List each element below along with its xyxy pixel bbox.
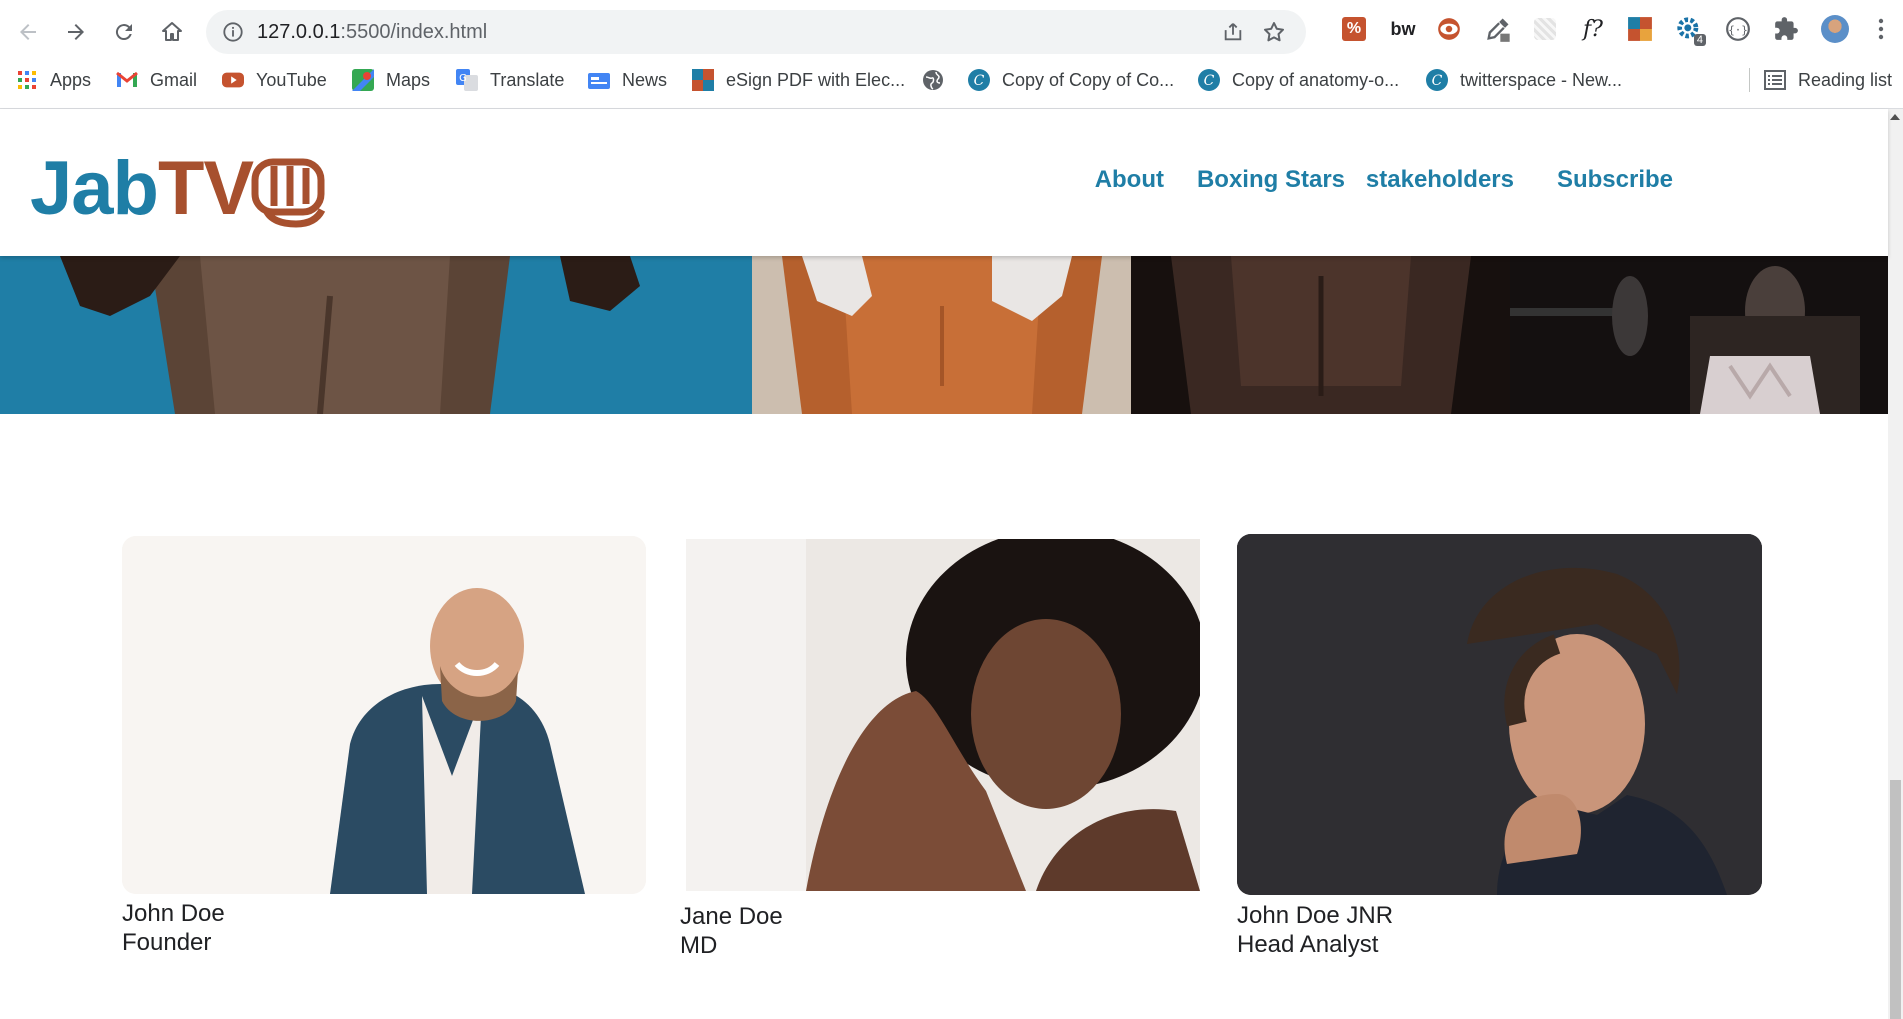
scroll-up-arrow-icon[interactable] — [1890, 114, 1900, 120]
bookmark-label: Gmail — [150, 69, 198, 90]
bookmark-label: Translate — [490, 69, 565, 90]
site-logo[interactable]: JabTV — [30, 146, 254, 231]
bookmark-label: Apps — [50, 69, 92, 90]
logo-jab-text: Jab — [30, 146, 159, 231]
gmail-icon — [116, 69, 138, 91]
nav-subscribe[interactable]: Subscribe — [1557, 166, 1673, 194]
news-icon — [588, 69, 610, 91]
bookmark-apps[interactable]: Apps — [16, 66, 91, 94]
extension-color-icon[interactable] — [1625, 14, 1655, 44]
home-button[interactable] — [152, 12, 192, 52]
reload-icon — [115, 24, 132, 41]
bookmark-globe[interactable] — [922, 66, 956, 94]
browser-toolbar: 127.0.0.1:5500/index.html % bw f? 4 {·} … — [0, 0, 1903, 109]
extension-eyedropper-icon[interactable] — [1483, 14, 1513, 44]
team-card: John Doe JNR Head Analyst — [1237, 534, 1762, 959]
scrollbar-thumb[interactable] — [1890, 780, 1901, 1019]
canva-icon: C — [1426, 69, 1448, 91]
url-text[interactable]: 127.0.0.1:5500/index.html — [257, 21, 487, 44]
svg-text:G: G — [459, 73, 467, 84]
extension-gear-icon[interactable]: 4 — [1674, 14, 1706, 46]
chrome-menu-icon[interactable] — [1866, 14, 1896, 44]
share-icon[interactable] — [1222, 21, 1244, 43]
hero-banner — [0, 256, 1888, 414]
bookmark-gmail[interactable]: Gmail — [116, 66, 197, 94]
bookmark-esign[interactable]: eSign PDF with Elec... — [692, 66, 905, 94]
reading-list-icon — [1764, 69, 1786, 91]
team-member-name: John Doe — [122, 900, 225, 927]
bookmark-label: YouTube — [256, 69, 327, 90]
bookmarks-divider — [1749, 68, 1750, 92]
forward-button[interactable] — [56, 12, 96, 52]
hero-image-4 — [1510, 256, 1888, 414]
bookmark-canva-1[interactable]: C Copy of Copy of Co... — [968, 66, 1174, 94]
hero-image-2 — [752, 256, 1131, 414]
bookmark-label: twitterspace - New... — [1460, 69, 1623, 90]
site-info-icon[interactable] — [222, 21, 244, 43]
reload-button[interactable] — [104, 12, 144, 52]
team-card: Jane Doe MD — [680, 539, 1200, 959]
url-path: :5500/index.html — [340, 21, 488, 43]
bookmark-canva-3[interactable]: C twitterspace - New... — [1426, 66, 1622, 94]
svg-text:C: C — [1204, 73, 1215, 89]
url-host: 127.0.0.1 — [257, 21, 341, 43]
bookmark-canva-2[interactable]: C Copy of anatomy-o... — [1198, 66, 1399, 94]
hero-image-1 — [0, 256, 752, 414]
team-member-name: Jane Doe — [680, 903, 783, 930]
bookmark-star-icon[interactable] — [1262, 20, 1286, 44]
team-photo-john-doe — [122, 536, 646, 894]
nav-about[interactable]: About — [1095, 166, 1164, 194]
svg-text:C: C — [974, 73, 985, 89]
team-member-role: MD — [680, 932, 718, 959]
team-member-role: Founder — [122, 929, 212, 956]
back-button[interactable] — [8, 12, 48, 52]
bookmark-label: Copy of anatomy-o... — [1232, 69, 1400, 90]
back-arrow-icon — [20, 24, 36, 40]
team-member-role: Head Analyst — [1237, 931, 1379, 958]
bookmark-label: News — [622, 69, 668, 90]
reading-list-label: Reading list — [1798, 69, 1893, 90]
profile-avatar-icon[interactable] — [1820, 14, 1850, 44]
nav-stakeholders[interactable]: stakeholders — [1366, 166, 1514, 194]
bookmark-label: Copy of Copy of Co... — [1002, 69, 1175, 90]
canva-icon: C — [968, 69, 990, 91]
team-member-name: John Doe JNR — [1237, 902, 1394, 929]
bookmark-news[interactable]: News — [588, 66, 667, 94]
boxing-glove-icon — [251, 158, 326, 228]
extension-code-icon[interactable]: {·} — [1723, 14, 1753, 44]
bookmark-translate[interactable]: G Translate — [456, 66, 564, 94]
svg-text:C: C — [1432, 73, 1443, 89]
hero-image-3 — [1131, 256, 1510, 414]
canva-icon: C — [1198, 69, 1220, 91]
home-icon — [162, 22, 182, 41]
bookmark-label: eSign PDF with Elec... — [726, 69, 906, 90]
translate-icon: G — [456, 69, 478, 91]
youtube-icon — [222, 69, 244, 91]
extension-badge: 4 — [1693, 34, 1706, 46]
logo-tv-text: TV — [157, 146, 254, 231]
site-header: JabTV About Boxing Stars stakeholders Su… — [0, 109, 1888, 256]
bookmark-maps[interactable]: Maps — [352, 66, 430, 94]
reading-list-button[interactable]: Reading list — [1764, 66, 1892, 94]
esign-icon — [692, 69, 714, 91]
address-bar[interactable]: 127.0.0.1:5500/index.html — [206, 10, 1306, 54]
team-photo-john-doe-jnr — [1237, 534, 1762, 895]
globe-icon — [922, 69, 944, 91]
team-card: John Doe Founder — [122, 536, 646, 956]
forward-arrow-icon — [68, 24, 84, 40]
apps-grid-icon — [16, 69, 38, 91]
extension-font-icon[interactable]: f? — [1578, 14, 1608, 44]
extension-percent-icon[interactable]: % — [1339, 14, 1369, 44]
nav-boxing-stars[interactable]: Boxing Stars — [1197, 166, 1345, 194]
extension-eye-icon[interactable] — [1434, 14, 1464, 44]
extensions-puzzle-icon[interactable] — [1771, 14, 1801, 44]
team-photo-jane-doe — [686, 539, 1200, 891]
bookmark-label: Maps — [386, 69, 431, 90]
extension-bw-icon[interactable]: bw — [1388, 14, 1418, 44]
bookmarks-bar: Apps Gmail YouTube Maps G Translate News… — [0, 62, 1903, 98]
maps-icon — [352, 69, 374, 91]
extension-grid-icon[interactable] — [1530, 14, 1560, 44]
bookmark-youtube[interactable]: YouTube — [222, 66, 327, 94]
svg-text:{·}: {·} — [1728, 23, 1748, 36]
